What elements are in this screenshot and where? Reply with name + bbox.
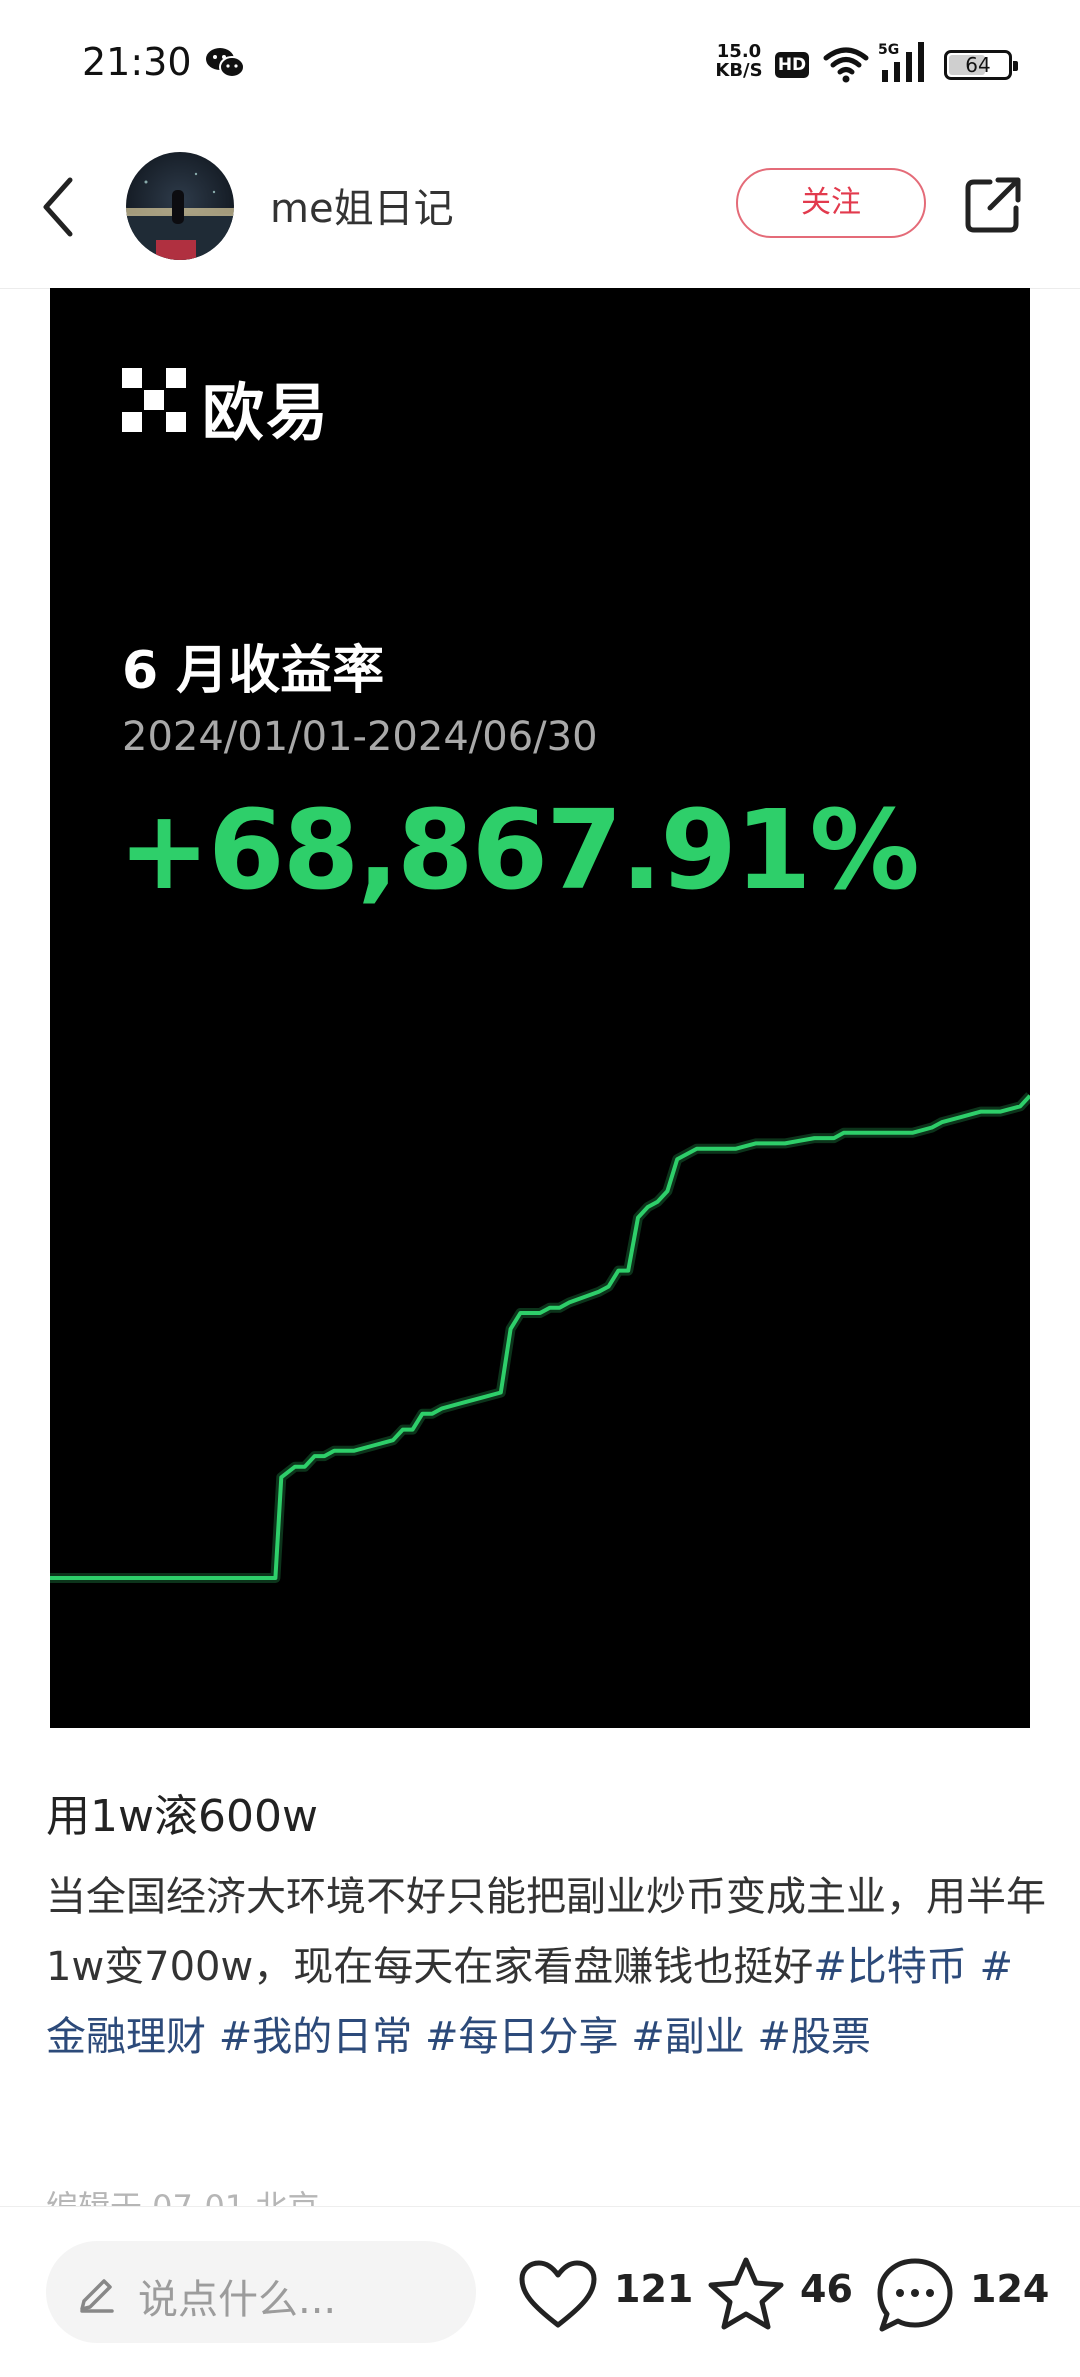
- post-header: me姐日记 关注: [0, 140, 1080, 289]
- hashtag-link[interactable]: #我的日常: [219, 2014, 425, 2060]
- hashtag-link[interactable]: #股票: [757, 2014, 871, 2060]
- hashtag-link[interactable]: #副业: [631, 2014, 757, 2060]
- network-label: 5G: [878, 42, 899, 58]
- heart-icon[interactable]: [518, 2259, 598, 2331]
- post-meta: 编辑于 07-01 北京: [46, 2188, 320, 2208]
- net-speed-value: 15.0: [716, 41, 762, 62]
- battery-percentage: 64: [965, 53, 991, 77]
- author-name[interactable]: me姐日记: [270, 176, 454, 234]
- back-icon[interactable]: [38, 172, 82, 242]
- earnings-line-glow: [50, 1092, 1030, 1583]
- earnings-line: [50, 1094, 1030, 1580]
- wechat-icon: [206, 48, 245, 78]
- earnings-title: 6 月收益率: [122, 641, 385, 701]
- comment-placeholder: 说点什么...: [138, 2277, 337, 2323]
- hashtag-link[interactable]: #每日分享: [425, 2014, 631, 2060]
- avatar-image: [126, 172, 234, 260]
- bottom-action-bar: 说点什么... 121 46 124: [0, 2206, 1080, 2377]
- post-image[interactable]: 欧易 6 月收益率 2024/01/01-2024/06/30 +68,867.…: [50, 288, 1030, 1728]
- star-icon[interactable]: [706, 2255, 786, 2333]
- collect-count: 46: [800, 2267, 853, 2311]
- like-count: 121: [614, 2267, 694, 2311]
- pencil-icon: [80, 2279, 114, 2313]
- share-icon[interactable]: [962, 174, 1024, 236]
- earnings-chart: [50, 1092, 1030, 1583]
- post-title: 用1w滚600w: [46, 1791, 318, 1842]
- chat-bubble-icon[interactable]: [874, 2255, 956, 2335]
- battery-icon: 64: [944, 50, 1018, 80]
- comment-count: 124: [970, 2267, 1050, 2311]
- status-time: 21:30: [82, 40, 192, 84]
- battery-tip: [1013, 61, 1018, 71]
- hashtag-link[interactable]: #比特币: [813, 1944, 979, 1990]
- post-body: 当全国经济大环境不好只能把副业炒币变成主业，用半年1w变700w，现在每天在家看…: [46, 1862, 1046, 2072]
- comment-input[interactable]: 说点什么...: [46, 2241, 476, 2343]
- okx-logo-icon: [122, 368, 186, 432]
- status-bar: 21:30 15.0 KB/S HD 5G 64: [0, 0, 1080, 130]
- wifi-icon: [823, 47, 869, 83]
- follow-button[interactable]: 关注: [736, 168, 926, 238]
- brand-name: 欧易: [202, 376, 331, 449]
- earnings-date-range: 2024/01/01-2024/06/30: [122, 714, 598, 760]
- avatar[interactable]: [126, 152, 234, 260]
- signal-icon: 5G: [878, 42, 924, 82]
- hd-icon: HD: [775, 52, 809, 78]
- earnings-value: +68,867.91%: [118, 786, 920, 914]
- net-speed-unit: KB/S: [715, 60, 763, 81]
- net-speed: 15.0 KB/S: [714, 42, 764, 80]
